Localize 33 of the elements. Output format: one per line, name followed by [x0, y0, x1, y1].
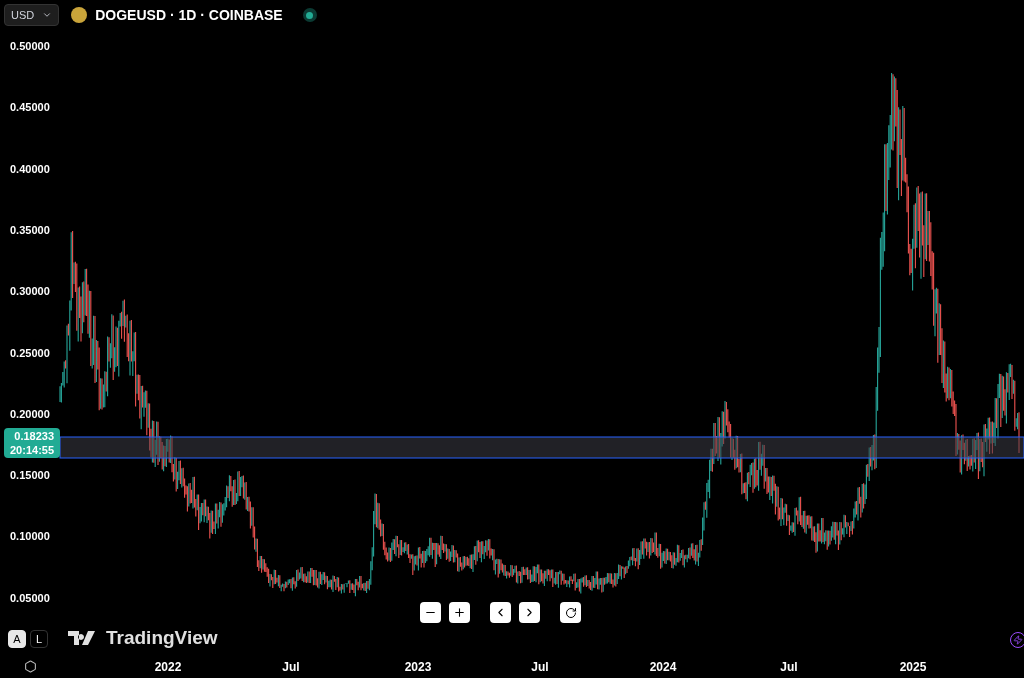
currency-select[interactable]: USD — [4, 4, 60, 26]
current-price-label: 0.18233 20:14:55 — [4, 428, 61, 458]
time-axis-label: 2025 — [899, 659, 927, 676]
price-axis-label: 0.35000 — [10, 224, 50, 236]
price-axis-label: 0.40000 — [10, 163, 50, 175]
plus-icon — [453, 606, 466, 619]
price-axis-label: 0.50000 — [10, 41, 50, 52]
reset-button[interactable] — [560, 602, 581, 623]
scroll-left-button[interactable] — [490, 602, 511, 623]
zoom-out-button[interactable] — [420, 602, 441, 623]
price-axis-label: 0.45000 — [10, 102, 50, 114]
logo-icon — [68, 630, 98, 647]
caret-icon — [42, 10, 53, 20]
zoom-in-button[interactable] — [449, 602, 470, 623]
price-axis-label: 0.20000 — [10, 408, 50, 420]
reset-icon — [564, 606, 577, 619]
time-axis-label: 2024 — [649, 659, 677, 676]
scale-button[interactable]: L — [30, 630, 48, 648]
price-axis-label: 0.25000 — [10, 347, 50, 359]
time-axis-label: 2023 — [404, 659, 432, 676]
price-axis-label: 0.30000 — [10, 286, 50, 298]
price-axis-label: 0.05000 — [10, 592, 50, 604]
time-axis-label: Jul — [531, 659, 549, 676]
price-axis-label: 0.10000 — [10, 531, 50, 543]
price-axis-label: 0.15000 — [10, 470, 50, 482]
logo-text: TradingView — [106, 626, 218, 650]
time-axis-label: Jul — [282, 659, 300, 676]
symbol-title: DOGEUSD · 1D · COINBASE — [95, 5, 283, 25]
time-axis-label: 2022 — [154, 659, 182, 676]
scale-button[interactable]: A — [8, 630, 26, 648]
coin-icon — [71, 7, 88, 23]
time-axis-label: Jul — [780, 659, 798, 676]
scroll-right-button[interactable] — [519, 602, 540, 623]
